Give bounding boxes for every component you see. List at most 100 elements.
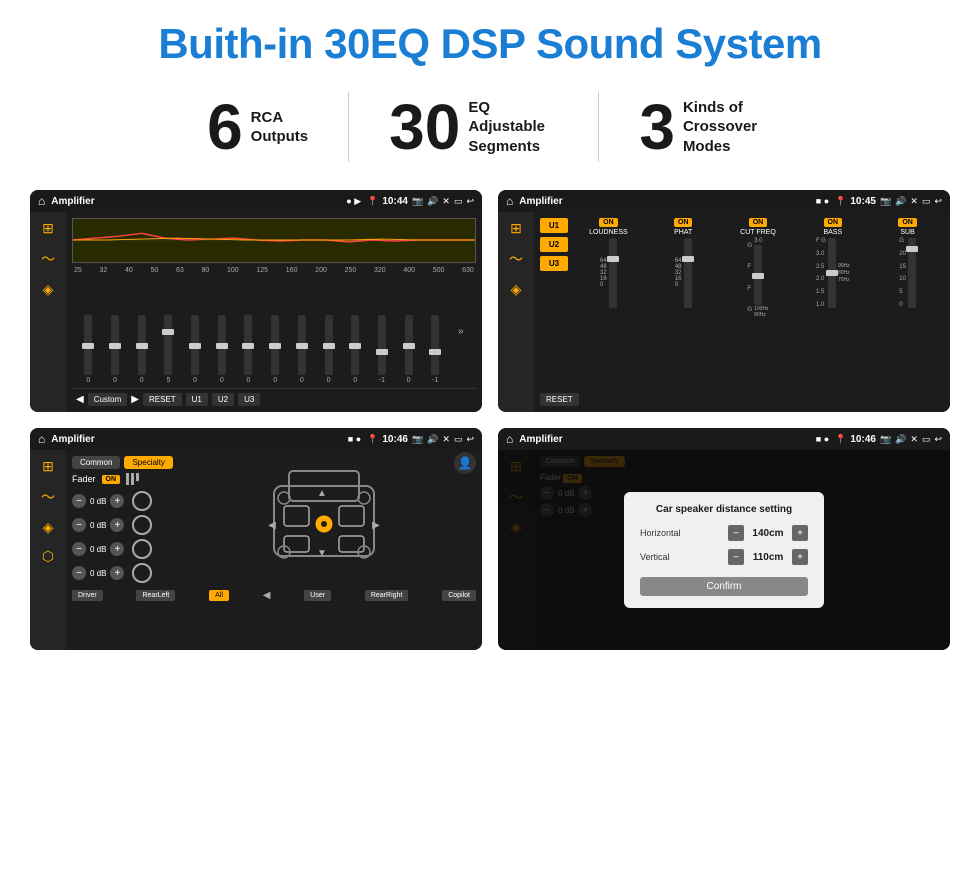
loudness-thumb[interactable] [607,256,619,262]
slider-thumb-1[interactable] [82,343,94,349]
vertical-minus-btn[interactable]: − [728,549,744,565]
u1-btn-eq[interactable]: U1 [186,393,208,406]
driver-btn[interactable]: Driver [72,590,103,601]
cutfreq-track[interactable] [754,245,762,305]
slider-thumb-13[interactable] [403,343,415,349]
slider-track-10[interactable] [325,315,333,375]
slider-track-2[interactable] [111,315,119,375]
amp-wave-icon[interactable]: 〜 [509,249,523,269]
nav-left-icon[interactable]: ◀ [263,590,271,601]
horizontal-minus-btn[interactable]: − [728,525,744,541]
sub-track[interactable] [908,238,916,308]
eq-filter-icon[interactable]: ⊞ [42,220,54,237]
bass-track[interactable] [828,238,836,308]
amp-filter-icon[interactable]: ⊞ [510,220,522,237]
slider-thumb-8[interactable] [269,343,281,349]
android-bar-1: ⌂ Amplifier ● ▶ 📍 10:44 📷 🔊 ✕ ▭ ↩ [30,190,482,212]
slider-track-3[interactable] [138,315,146,375]
screen-eq: ⌂ Amplifier ● ▶ 📍 10:44 📷 🔊 ✕ ▭ ↩ ⊞ 〜 ◈ [30,190,482,412]
sub-on[interactable]: ON [898,218,917,227]
cross-speaker-icon[interactable]: ◈ [43,519,54,536]
level-minus-4[interactable]: − [72,566,86,580]
slider-track-7[interactable] [244,315,252,375]
crossover-screen-content: ⊞ 〜 ◈ ⬡ Common Specialty Fader [30,450,482,650]
rearleft-btn[interactable]: RearLeft [136,590,175,601]
preset-u3[interactable]: U3 [540,256,568,271]
slider-thumb-5[interactable] [189,343,201,349]
profile-icon[interactable]: 👤 [454,452,476,474]
slider-thumb-10[interactable] [323,343,335,349]
sub-thumb[interactable] [906,246,918,252]
bass-thumb[interactable] [826,270,838,276]
slider-track-12[interactable] [378,315,386,375]
phat-on[interactable]: ON [674,218,693,227]
level-minus-2[interactable]: − [72,518,86,532]
bass-on[interactable]: ON [824,218,843,227]
amp-channels-row: ON LOUDNESS 644832160 [572,218,944,387]
vertical-plus-btn[interactable]: + [792,549,808,565]
slider-track-5[interactable] [191,315,199,375]
slider-track-13[interactable] [405,315,413,375]
prev-arrow[interactable]: ◀ [76,394,84,405]
confirm-btn[interactable]: Confirm [640,577,808,596]
level-minus-3[interactable]: − [72,542,86,556]
u3-btn-eq[interactable]: U3 [238,393,260,406]
horizontal-plus-btn[interactable]: + [792,525,808,541]
loudness-track[interactable] [609,238,617,308]
slider-track-1[interactable] [84,315,92,375]
slider-thumb-4[interactable] [162,329,174,335]
more-icon[interactable]: » [458,326,464,337]
preset-u2[interactable]: U2 [540,237,568,252]
cutfreq-thumb[interactable] [752,273,764,279]
back-icon-1: ↩ [466,196,474,207]
user-btn[interactable]: User [304,590,331,601]
phat-track[interactable] [684,238,692,308]
cross-arrows-icon[interactable]: ⬡ [42,548,54,565]
slider-thumb-14[interactable] [429,349,441,355]
slider-thumb-7[interactable] [242,343,254,349]
slider-track-4[interactable] [164,315,172,375]
tab-common[interactable]: Common [72,456,120,469]
slider-thumb-3[interactable] [136,343,148,349]
tab-specialty[interactable]: Specialty [124,456,172,469]
eq-slider-col-2: 0 [111,315,119,384]
reset-btn-eq[interactable]: RESET [143,393,182,406]
slider-thumb-6[interactable] [216,343,228,349]
phat-control: 644832160 [675,238,692,308]
amp-speaker-icon[interactable]: ◈ [511,281,522,298]
preset-u1[interactable]: U1 [540,218,568,233]
fader-on-badge[interactable]: ON [102,475,121,484]
slider-track-8[interactable] [271,315,279,375]
custom-btn[interactable]: Custom [88,393,128,406]
slider-thumb-9[interactable] [296,343,308,349]
amp-screen-content: ⊞ 〜 ◈ U1 U2 U3 [498,212,950,412]
phat-thumb[interactable] [682,256,694,262]
u2-btn-eq[interactable]: U2 [212,393,234,406]
copilot-btn[interactable]: Copilot [442,590,476,601]
eq-speaker-icon[interactable]: ◈ [43,281,54,298]
screen-crossover: ⌂ Amplifier ■ ● 📍 10:46 📷 🔊 ✕ ▭ ↩ ⊞ 〜 ◈ [30,428,482,650]
slider-track-14[interactable] [431,315,439,375]
dialog-title: Car speaker distance setting [640,504,808,515]
level-plus-2[interactable]: + [110,518,124,532]
level-plus-4[interactable]: + [110,566,124,580]
level-plus-3[interactable]: + [110,542,124,556]
cutfreq-on[interactable]: ON [749,218,768,227]
cross-filter-icon[interactable]: ⊞ [42,458,54,475]
reset-btn-amp[interactable]: RESET [540,393,579,406]
loudness-label: LOUDNESS [589,229,628,236]
slider-track-6[interactable] [218,315,226,375]
slider-thumb-11[interactable] [349,343,361,349]
slider-thumb-12[interactable] [376,349,388,355]
eq-wave-icon[interactable]: 〜 [41,249,55,269]
cross-wave-icon[interactable]: 〜 [41,487,55,507]
slider-thumb-2[interactable] [109,343,121,349]
slider-track-9[interactable] [298,315,306,375]
all-btn[interactable]: All [209,590,229,601]
level-minus-1[interactable]: − [72,494,86,508]
slider-track-11[interactable] [351,315,359,375]
level-plus-1[interactable]: + [110,494,124,508]
loudness-on[interactable]: ON [599,218,618,227]
rearright-btn[interactable]: RearRight [365,590,409,601]
next-arrow[interactable]: ▶ [131,394,139,405]
